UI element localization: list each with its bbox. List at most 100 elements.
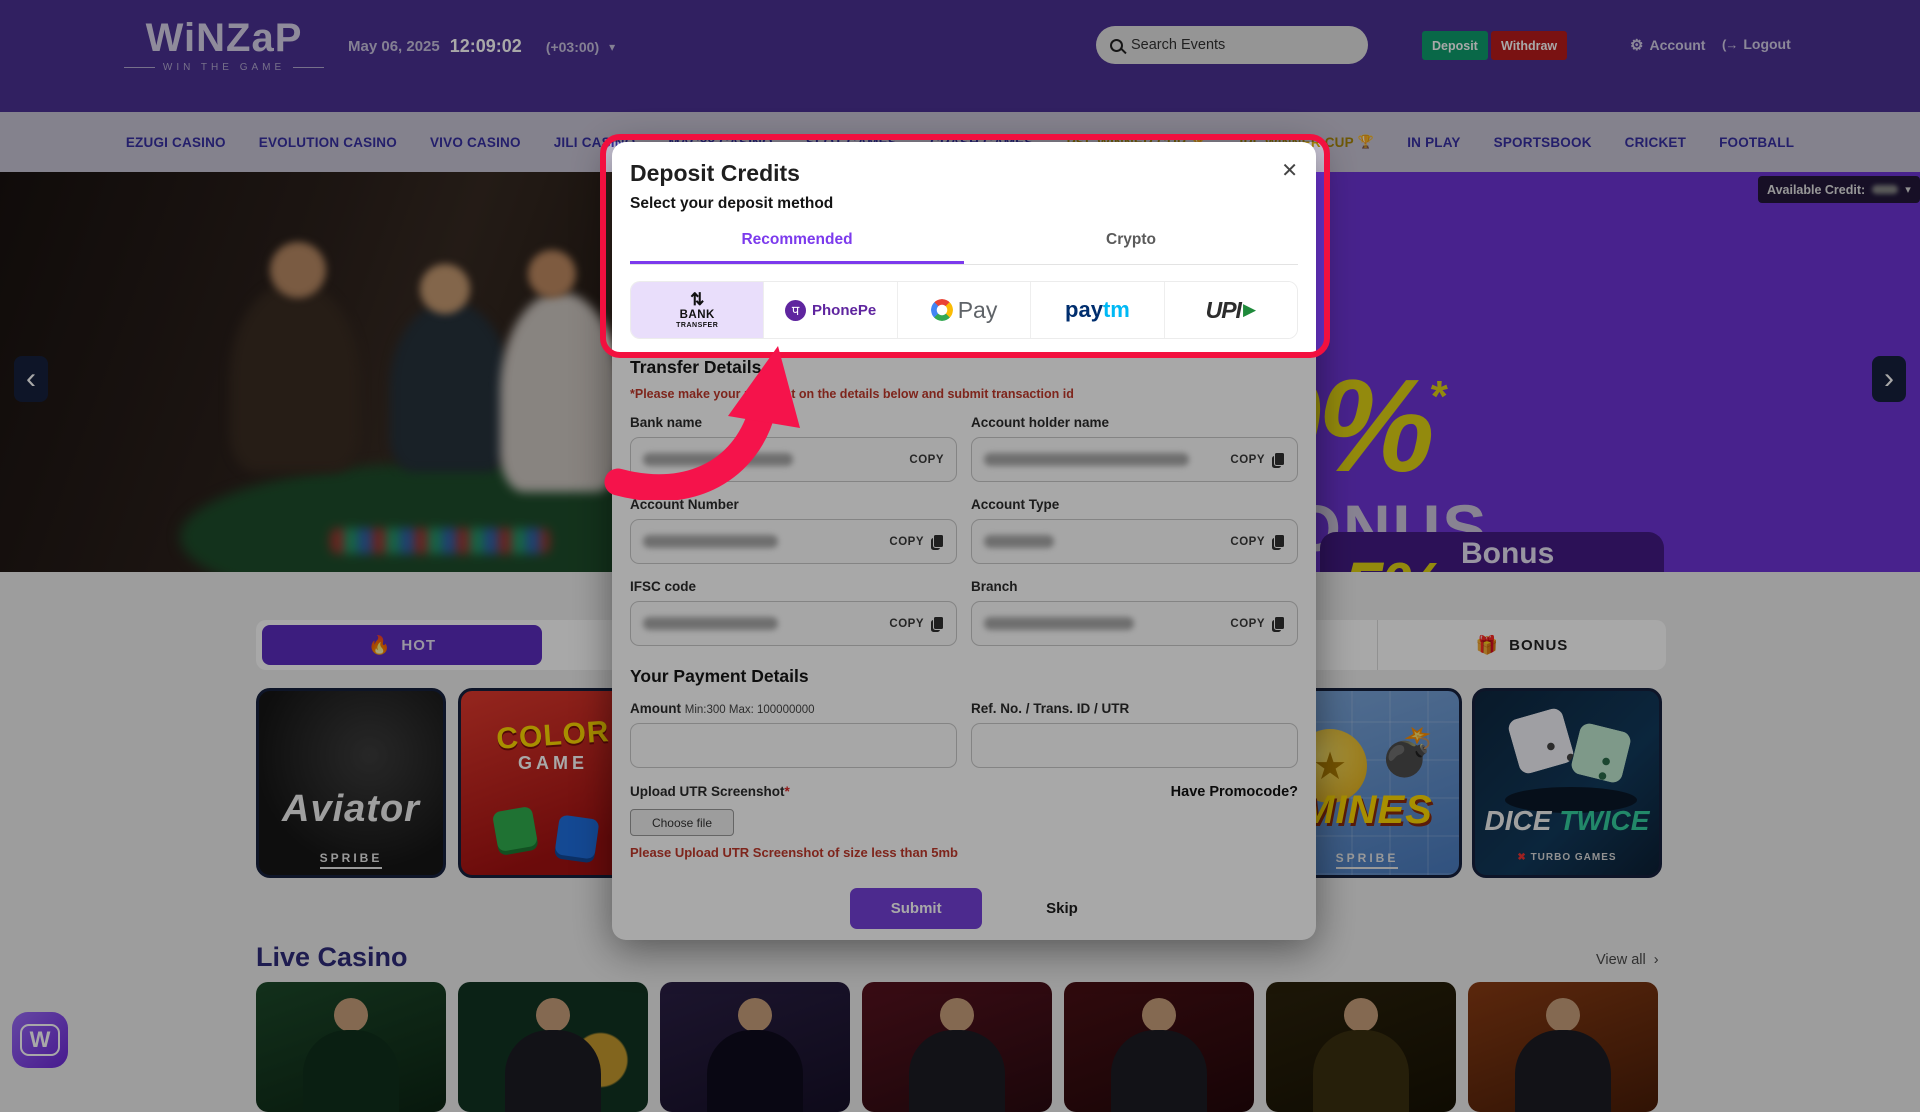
chevron-down-icon[interactable]: ▾ <box>609 40 615 54</box>
live-casino-card[interactable] <box>256 982 446 1112</box>
transfer-details-heading: Transfer Details <box>630 357 1298 378</box>
live-casino-row <box>256 982 1658 1112</box>
masked-value <box>643 453 793 466</box>
field-amount: Amount Min:300 Max: 100000000 <box>630 701 957 768</box>
logo-title: WiNZaP <box>124 16 324 60</box>
masked-value <box>984 535 1054 548</box>
deposit-modal: Deposit Credits ✕ Select your deposit me… <box>612 142 1316 940</box>
modal-title: Deposit Credits <box>630 160 1298 187</box>
payment-details-heading: Your Payment Details <box>630 666 1298 687</box>
live-casino-card[interactable] <box>862 982 1052 1112</box>
upi-arrow-icon: ▶ <box>1243 300 1256 320</box>
copy-button[interactable]: COPY <box>889 616 944 632</box>
support-chat-button[interactable]: W <box>12 1012 68 1068</box>
chevron-right-icon: › <box>1654 952 1659 968</box>
live-casino-card[interactable] <box>1468 982 1658 1112</box>
copy-icon <box>931 534 944 550</box>
copy-button[interactable]: COPY <box>1230 452 1285 468</box>
tab-recommended[interactable]: Recommended <box>630 231 964 264</box>
field-branch: Branch COPY <box>971 579 1298 646</box>
blue-block <box>554 814 599 859</box>
copy-button[interactable]: COPY <box>1230 616 1285 632</box>
provider-label: SPRIBE <box>259 851 443 865</box>
live-casino-card[interactable] <box>660 982 850 1112</box>
copy-button[interactable]: COPY <box>909 454 944 466</box>
nav-item-in-play[interactable]: IN PLAY <box>1407 135 1460 150</box>
available-credit-pill[interactable]: Available Credit: ▾ <box>1758 176 1920 203</box>
green-block <box>492 806 538 852</box>
datetime-display[interactable]: May 06, 2025 12:09:02 (+03:00) ▾ <box>348 36 615 57</box>
search-icon <box>1110 39 1123 52</box>
site-logo[interactable]: WiNZaP WIN THE GAME <box>124 16 324 73</box>
method-upi[interactable]: UPI ▶ <box>1165 282 1297 338</box>
search-bar[interactable] <box>1096 26 1368 64</box>
trophy-icon: 🏆 <box>1358 134 1374 150</box>
gift-icon: 🎁 <box>1476 635 1499 656</box>
withdraw-button[interactable]: Withdraw <box>1491 31 1567 60</box>
date-text: May 06, 2025 <box>348 38 440 55</box>
copy-icon <box>931 616 944 632</box>
nav-item-ezugi-casino[interactable]: EZUGI CASINO <box>126 135 226 150</box>
masked-value <box>643 535 778 548</box>
game-card-aviator[interactable]: Aviator SPRIBE <box>256 688 446 878</box>
copy-icon <box>1272 452 1285 468</box>
logout-icon: (→ <box>1722 37 1737 52</box>
masked-value <box>643 617 778 630</box>
search-input[interactable] <box>1131 37 1354 53</box>
available-credit-label: Available Credit: <box>1767 183 1865 197</box>
deposit-method-tabs: Recommended Crypto <box>630 231 1298 265</box>
method-bank-transfer[interactable]: ⇅ BANK TRANSFER <box>631 282 764 338</box>
account-label: Account <box>1649 37 1705 53</box>
nav-item-sportsbook[interactable]: SPORTSBOOK <box>1494 135 1592 150</box>
promocode-link[interactable]: Have Promocode? <box>1171 784 1298 800</box>
method-phonepe[interactable]: प PhonePe <box>764 282 897 338</box>
copy-button[interactable]: COPY <box>889 534 944 550</box>
refill-percent: 5% <box>1342 546 1443 573</box>
copy-button[interactable]: COPY <box>1230 534 1285 550</box>
field-account-number: Account Number COPY <box>630 497 957 564</box>
amount-input[interactable] <box>630 723 957 768</box>
method-paytm[interactable]: paytm <box>1031 282 1164 338</box>
game-card-dice-twice[interactable]: DICE TWICE ✖ TURBO GAMES <box>1472 688 1662 878</box>
skip-button[interactable]: Skip <box>1046 900 1078 917</box>
nav-item-cricket[interactable]: CRICKET <box>1625 135 1686 150</box>
live-casino-card[interactable] <box>1266 982 1456 1112</box>
live-casino-card[interactable] <box>458 982 648 1112</box>
top-header: WiNZaP WIN THE GAME May 06, 2025 12:09:0… <box>0 0 1920 112</box>
time-text: 12:09:02 <box>450 36 522 57</box>
tab-crypto[interactable]: Crypto <box>964 231 1298 264</box>
nav-item-football[interactable]: FOOTBALL <box>1719 135 1794 150</box>
account-link[interactable]: ⚙ Account <box>1630 36 1705 54</box>
tab-hot[interactable]: 🔥 HOT <box>262 625 542 665</box>
timezone-text: (+03:00) <box>546 39 599 55</box>
copy-icon <box>1272 534 1285 550</box>
logo-tagline: WIN THE GAME <box>124 62 324 73</box>
close-icon[interactable]: ✕ <box>1281 158 1298 183</box>
deposit-button[interactable]: Deposit <box>1422 31 1488 60</box>
refill-bonus-pill: 5% BonusOn Each Refill <box>1320 532 1664 572</box>
method-gpay[interactable]: Pay <box>898 282 1031 338</box>
masked-value <box>984 453 1189 466</box>
live-casino-card[interactable] <box>1064 982 1254 1112</box>
nav-item-vivo-casino[interactable]: VIVO CASINO <box>430 135 521 150</box>
choose-file-button[interactable]: Choose file <box>630 809 734 836</box>
view-all-link[interactable]: View all › <box>1596 952 1659 968</box>
carousel-next-button[interactable]: › <box>1872 356 1906 402</box>
transfer-fields: Bank name COPY Account holder name COPY … <box>630 415 1298 646</box>
reference-input[interactable] <box>971 723 1298 768</box>
game-title: Aviator <box>259 788 443 831</box>
phonepe-icon: प <box>785 300 806 321</box>
provider-label: ✖ TURBO GAMES <box>1475 852 1659 863</box>
logout-link[interactable]: (→ Logout <box>1722 36 1791 52</box>
nav-item-evolution-casino[interactable]: EVOLUTION CASINO <box>259 135 397 150</box>
bank-transfer-icon: ⇅ <box>690 291 704 308</box>
masked-value <box>984 617 1134 630</box>
masked-credit-value <box>1872 185 1898 194</box>
bomb-icon: 💣 <box>1380 725 1437 780</box>
submit-button[interactable]: Submit <box>850 888 982 929</box>
field-account-type: Account Type COPY <box>971 497 1298 564</box>
tab-bonus[interactable]: 🎁 BONUS <box>1377 620 1666 670</box>
carousel-prev-button[interactable]: ‹ <box>14 356 48 402</box>
winzap-logo-icon: W <box>20 1024 61 1056</box>
gear-icon: ⚙ <box>1630 36 1643 54</box>
